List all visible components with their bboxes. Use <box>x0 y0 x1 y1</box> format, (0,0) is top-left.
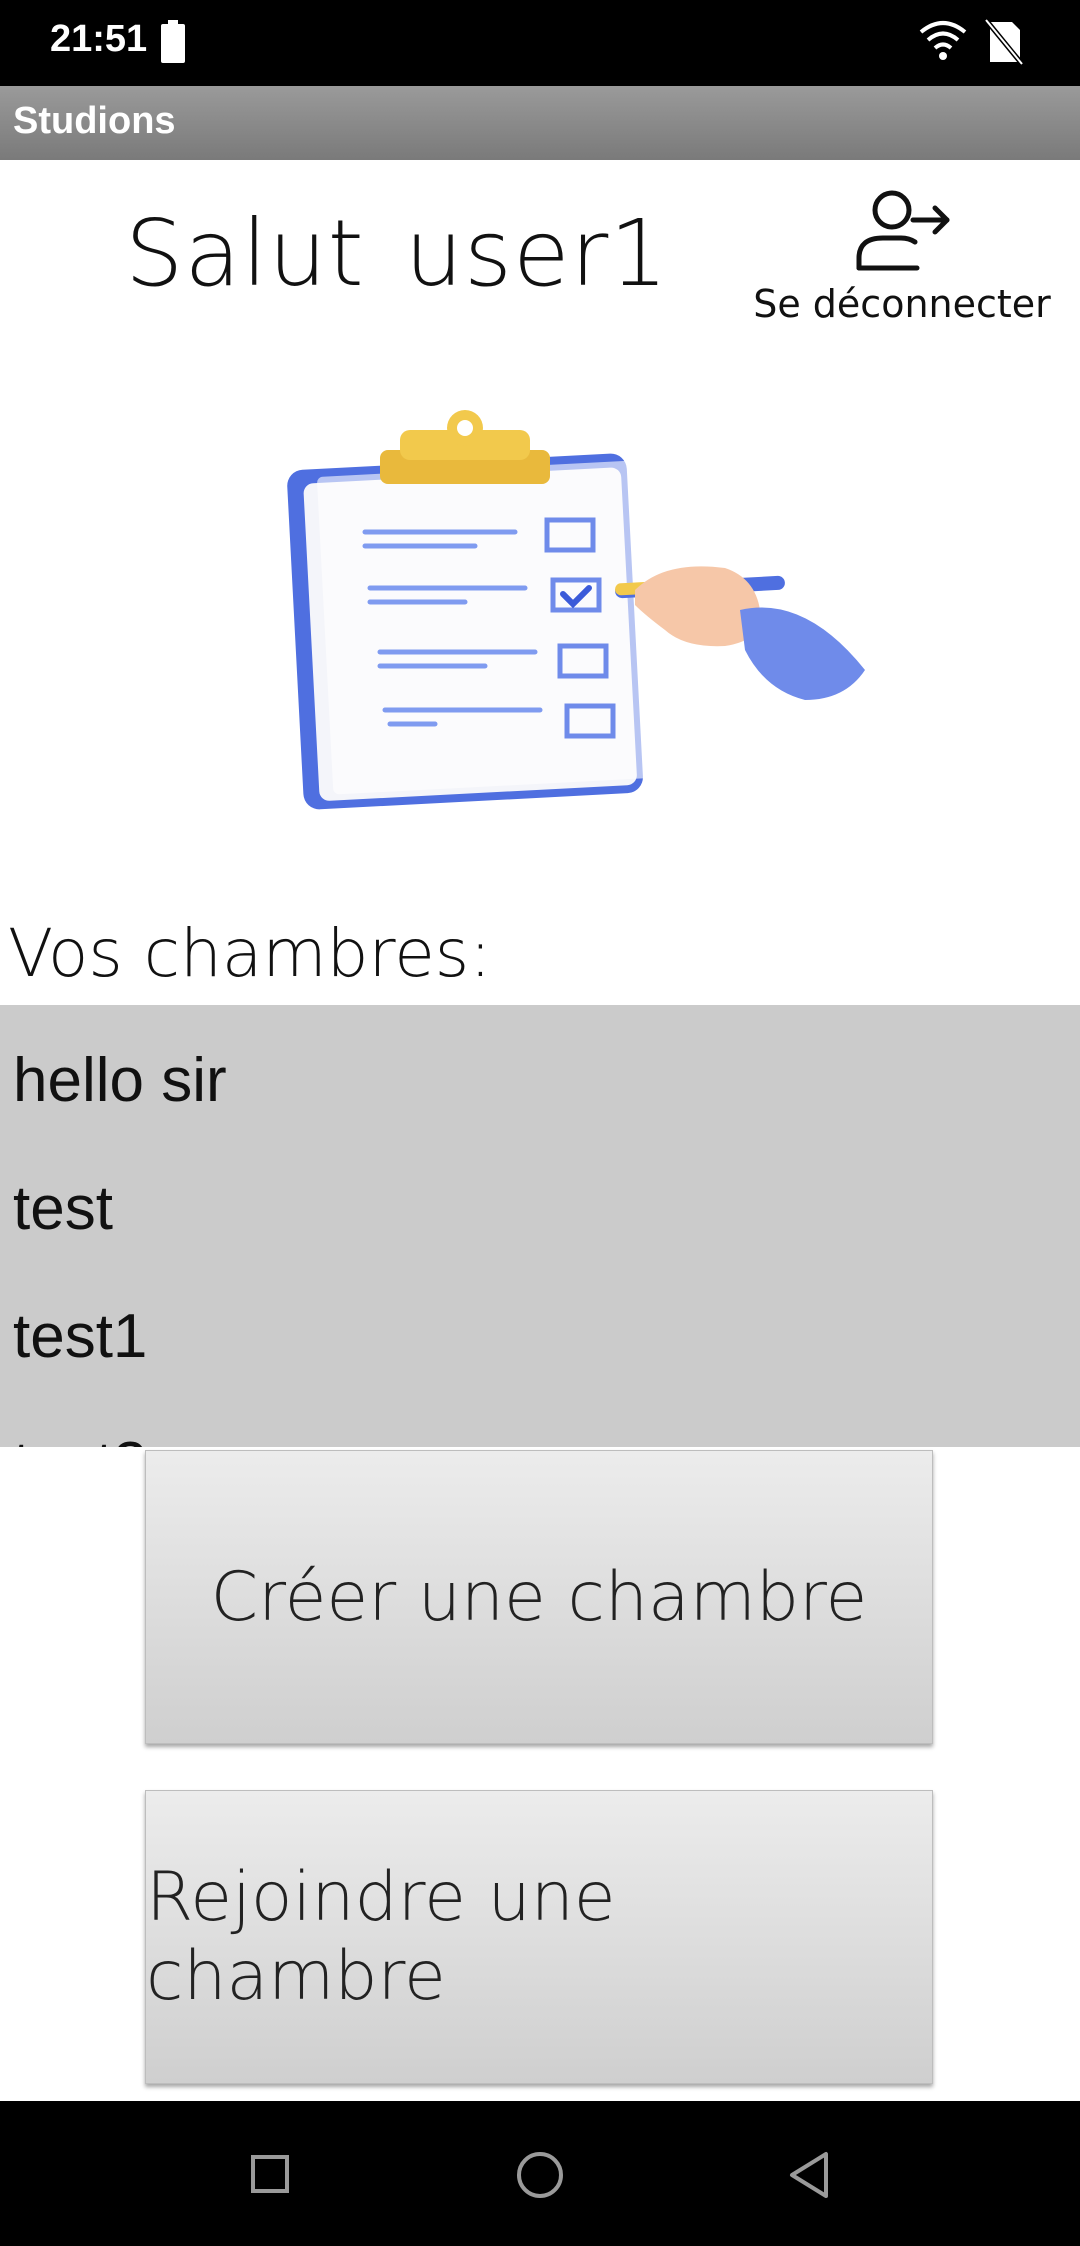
logout-button[interactable]: Se déconnecter <box>752 180 1052 350</box>
app-bar: Studions <box>0 86 1080 160</box>
recent-apps-icon[interactable] <box>250 2154 290 2194</box>
wifi-icon <box>919 21 967 60</box>
username: user1 <box>404 200 669 307</box>
back-icon[interactable] <box>786 2150 832 2200</box>
join-room-button[interactable]: Rejoindre une chambre <box>145 1790 933 2084</box>
logout-label: Se déconnecter <box>753 282 1051 326</box>
no-sim-icon <box>984 18 1024 66</box>
greeting-text: Salut <box>125 200 365 307</box>
status-time: 21:51 <box>50 18 148 60</box>
home-icon[interactable] <box>515 2150 565 2200</box>
greeting: Salut user1 <box>125 200 669 307</box>
status-bar: 21:51 <box>0 0 1080 86</box>
create-room-button[interactable]: Créer une chambre <box>145 1450 933 1744</box>
room-item[interactable]: hello sir <box>13 1045 227 1116</box>
battery-icon <box>161 20 185 63</box>
rooms-heading: Vos chambres: <box>8 915 492 992</box>
rooms-list[interactable]: hello sir test test1 test2 <box>0 1005 1080 1447</box>
clipboard-checklist-illustration <box>287 410 865 810</box>
app-title: Studions <box>13 100 176 142</box>
logout-user-icon <box>856 190 950 271</box>
room-item[interactable]: test1 <box>13 1301 147 1372</box>
room-item[interactable]: test <box>13 1173 113 1244</box>
room-item[interactable]: test2 <box>13 1429 147 1447</box>
